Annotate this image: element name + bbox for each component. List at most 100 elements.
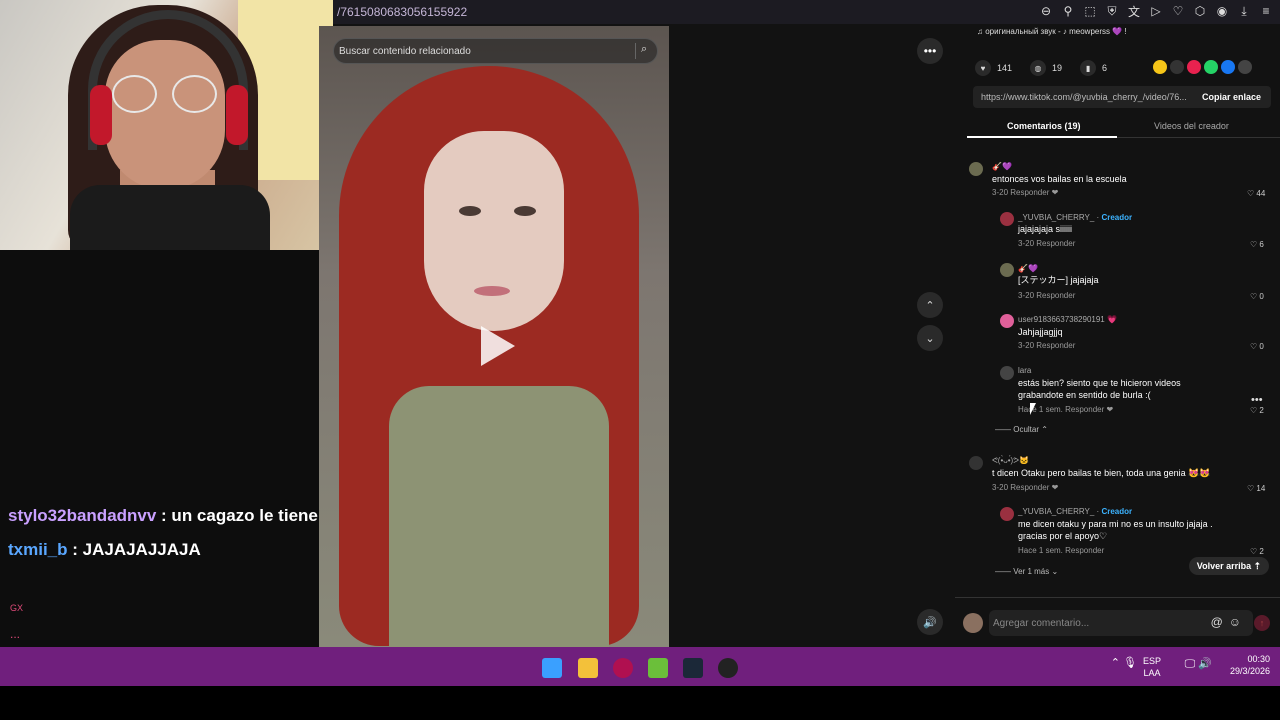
comment-author[interactable]: lara <box>1018 366 1031 375</box>
facebook-icon[interactable] <box>1221 60 1235 74</box>
search-icon[interactable]: ⌕ <box>635 43 651 59</box>
chat-username: txmii_b <box>8 540 68 559</box>
comment-input[interactable]: Agregar comentario... @☺ <box>989 610 1253 636</box>
comment-meta[interactable]: Hace 1 sem. Responder <box>1018 546 1104 555</box>
volume-icon[interactable]: 🔊 <box>917 609 943 635</box>
comment-meta[interactable]: 3-20 Responder ❤ <box>992 483 1058 492</box>
comment-text: me dicen otaku y para mi no es un insult… <box>1018 519 1213 529</box>
avatar[interactable] <box>969 456 983 470</box>
pin-icon[interactable]: ⚲ <box>1060 3 1076 19</box>
coin-icon[interactable] <box>1153 60 1167 74</box>
steam-icon[interactable] <box>683 658 703 678</box>
comment-author-name: _YUVBIA_CHERRY_ · <box>1018 507 1102 516</box>
video-player[interactable] <box>319 26 669 647</box>
clock-time: 00:30 <box>1247 654 1270 664</box>
comment-like[interactable]: ♡ 6 <box>1250 240 1264 249</box>
avatar[interactable] <box>1000 507 1014 521</box>
extension-icon[interactable]: ⬡ <box>1192 3 1208 19</box>
url-text[interactable]: /7615080683056155922 <box>337 5 467 19</box>
avatar[interactable] <box>969 162 983 176</box>
start-icon[interactable] <box>542 658 562 678</box>
previous-video-button[interactable]: ⌃ <box>917 292 943 318</box>
related-search-bar[interactable]: Buscar contenido relacionado ⌕ <box>333 38 658 64</box>
mouse-cursor-icon <box>1030 403 1036 415</box>
chat-text: : JAJAJAJJAJA <box>67 540 201 559</box>
avatar[interactable] <box>1000 212 1014 226</box>
video-shirt <box>389 386 609 647</box>
search-input[interactable]: Buscar contenido relacionado <box>339 46 471 57</box>
comment-author[interactable]: ᕙ(•̀ᴗ•́)ᕗ🐱 <box>992 456 1029 465</box>
comment-like[interactable]: ♡ 44 <box>1247 189 1265 198</box>
headset-ear-right <box>226 85 248 145</box>
comment-like[interactable]: ♡ 0 <box>1250 342 1264 351</box>
like-icon[interactable]: ♥ <box>975 60 991 76</box>
comment-like[interactable]: ♡ 0 <box>1250 292 1264 301</box>
more-options-button[interactable]: ••• <box>917 38 943 64</box>
video-link-box[interactable]: https://www.tiktok.com/@yuvbia_cherry_/v… <box>973 86 1271 108</box>
streamer-top <box>70 185 270 250</box>
comment-meta[interactable]: 3-20 Responder <box>1018 341 1075 350</box>
mention-emoji-icons[interactable]: @☺ <box>1211 615 1247 629</box>
play-icon[interactable] <box>481 326 515 366</box>
tray-icons[interactable]: ⌃ 🎙 <box>1111 657 1137 669</box>
whatsapp-icon[interactable] <box>1204 60 1218 74</box>
file-explorer-icon[interactable] <box>578 658 598 678</box>
menu-icon[interactable]: ≡ <box>1258 3 1274 19</box>
comment-text: estás bien? siento que te hicieron video… <box>1018 378 1181 388</box>
comment-author[interactable]: 🎸💜 <box>1018 264 1038 273</box>
comment-count: 19 <box>1052 63 1063 73</box>
headset-ear-left <box>90 85 112 145</box>
embed-icon[interactable] <box>1170 60 1184 74</box>
sound-label[interactable]: ♫ оригинальный звук - ♪ meowperss 💜 ! <box>977 27 1127 36</box>
forward-icon[interactable]: ▷ <box>1148 3 1164 19</box>
back-to-top-button[interactable]: Volver arriba ⇡ <box>1189 557 1269 575</box>
share-arrow-icon[interactable] <box>1238 60 1252 74</box>
comment-like[interactable]: ♡ 2 <box>1250 547 1264 556</box>
translate-icon[interactable]: 文 <box>1126 3 1142 19</box>
avatar <box>963 613 983 633</box>
browser-toolbar: ⊖ ⚲ ⬚ ⛨ 文 ▷ ♡ ⬡ ◉ ⤓ ≡ <box>1038 3 1274 19</box>
comment-text: jajajajaja siiiiii <box>1018 224 1073 234</box>
bookmark-icon[interactable]: ▮ <box>1080 60 1097 76</box>
profile-icon[interactable]: ◉ <box>1214 3 1230 19</box>
avatar[interactable] <box>1000 263 1014 277</box>
repost-icon[interactable] <box>1187 60 1201 74</box>
shield-icon[interactable]: ⛨ <box>1104 3 1120 19</box>
comment-meta[interactable]: 3-20 Responder <box>1018 291 1075 300</box>
comment-more-icon[interactable]: ••• <box>1251 394 1263 406</box>
avatar[interactable] <box>1000 314 1014 328</box>
comment-author[interactable]: _YUVBIA_CHERRY_ · Creador <box>1018 213 1132 222</box>
tab-comments[interactable]: Comentarios (19) <box>1007 121 1081 131</box>
webcam-overlay <box>0 0 333 250</box>
game-app-icon[interactable] <box>648 658 668 678</box>
next-video-button[interactable]: ⌄ <box>917 325 943 351</box>
zoom-out-icon[interactable]: ⊖ <box>1038 3 1054 19</box>
language-layout: LAA <box>1143 668 1161 678</box>
comment-author[interactable]: user9183663738290191 💗 <box>1018 315 1117 324</box>
chat-footer-dots: ... <box>10 627 21 641</box>
heart-icon[interactable]: ♡ <box>1170 3 1186 19</box>
language-indicator[interactable]: ESP LAA <box>1143 655 1161 679</box>
comment-meta[interactable]: 3-20 Responder <box>1018 239 1075 248</box>
bottom-letterbox <box>0 686 1280 720</box>
comment-author[interactable]: _YUVBIA_CHERRY_ · Creador <box>1018 507 1132 516</box>
comments-panel: ♫ оригинальный звук - ♪ meowperss 💜 ! ♥ 1… <box>955 24 1280 647</box>
avatar[interactable] <box>1000 366 1014 380</box>
clock[interactable]: 00:30 29/3/2026 <box>1230 653 1270 677</box>
video-eye-left <box>459 206 481 216</box>
network-sound-icon[interactable]: 🖵 🔊 <box>1185 658 1212 670</box>
tab-creator-videos[interactable]: Videos del creador <box>1154 121 1229 131</box>
view-more-replies-button[interactable]: —— Ver 1 más ⌄ <box>995 567 1058 576</box>
obs-icon[interactable] <box>718 658 738 678</box>
download-icon[interactable]: ⤓ <box>1236 3 1252 19</box>
comment-icon[interactable]: ◍ <box>1030 60 1047 76</box>
hide-replies-button[interactable]: —— Ocultar ⌃ <box>995 425 1048 434</box>
comment-author[interactable]: 🎸💜 <box>992 162 1012 171</box>
comment-meta[interactable]: 3-20 Responder ❤ <box>992 188 1058 197</box>
copy-link-button[interactable]: Copiar enlace <box>1202 92 1261 102</box>
crop-icon[interactable]: ⬚ <box>1082 3 1098 19</box>
send-icon[interactable]: ↑ <box>1254 615 1270 631</box>
opera-gx-icon[interactable] <box>613 658 633 678</box>
comment-like[interactable]: ♡ 2 <box>1250 406 1264 415</box>
comment-like[interactable]: ♡ 14 <box>1247 484 1265 493</box>
